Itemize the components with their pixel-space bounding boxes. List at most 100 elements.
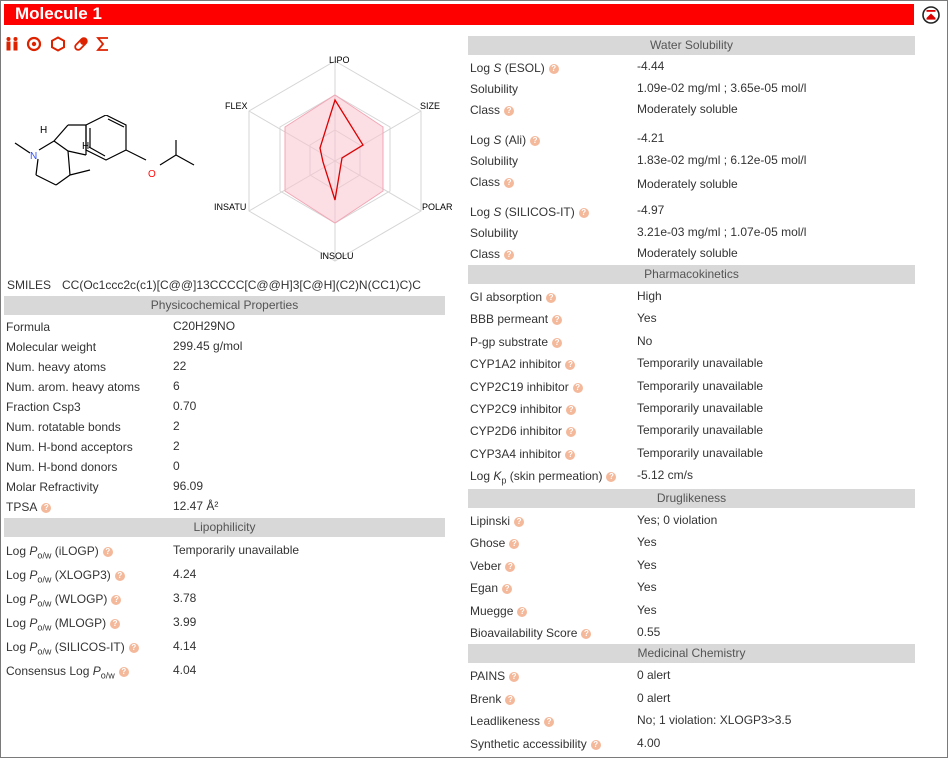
property-label-text: Num. H-bond donors [6, 460, 118, 474]
method-name: (XLOGP3) [54, 568, 111, 582]
molecule-structure: H H N O [14, 115, 195, 186]
property-label-text: Fraction Csp3 [6, 400, 81, 414]
consensus-value: 4.04 [173, 663, 197, 677]
help-icon[interactable]: ? [552, 337, 563, 348]
property-label-text: Bioavailability Score [470, 625, 578, 640]
consensus-row: Consensus Log Po/w? 4.04 [4, 659, 445, 683]
help-icon[interactable]: ? [581, 628, 592, 639]
method-name: (Ali) [504, 133, 527, 147]
help-icon[interactable]: ? [41, 503, 52, 513]
help-icon[interactable]: ? [128, 643, 139, 653]
property-value: 2 [173, 419, 180, 433]
help-icon[interactable]: ? [504, 178, 515, 188]
help-icon[interactable]: ? [111, 595, 122, 605]
help-icon[interactable]: ? [502, 584, 513, 595]
help-icon[interactable]: ? [544, 717, 555, 728]
help-icon[interactable]: ? [572, 382, 583, 393]
physchem-section: Physicochemical Properties Formula C20H29… [4, 296, 445, 515]
s-symbol: S [493, 133, 502, 147]
logp-label: Log Po/w (MLOGP)? [6, 616, 121, 632]
target-icon[interactable] [26, 36, 42, 52]
property-label-text: Molar Refractivity [6, 480, 99, 494]
hexagon-icon[interactable] [50, 36, 66, 52]
help-icon[interactable]: ? [114, 571, 125, 581]
help-icon[interactable]: ? [505, 561, 516, 572]
property-label-text: CYP1A2 inhibitor [470, 357, 562, 372]
pill-icon[interactable] [73, 36, 89, 52]
help-icon[interactable]: ? [566, 427, 577, 438]
help-icon[interactable]: ? [565, 449, 576, 460]
help-icon[interactable]: ? [504, 250, 515, 260]
logp-label: Log Po/w (XLOGP3)? [6, 568, 125, 584]
help-icon[interactable]: ? [590, 739, 601, 750]
logp-label: Log Po/w (iLOGP)? [6, 544, 113, 560]
property-row: Bioavailability Score? 0.55 [468, 621, 915, 643]
property-label: Brenk? [470, 692, 516, 706]
property-label-text: Num. H-bond acceptors [6, 440, 133, 454]
property-row: CYP2C9 inhibitor? Temporarily unavailable [468, 397, 915, 419]
help-icon[interactable]: ? [552, 315, 563, 326]
help-icon[interactable]: ? [578, 208, 589, 218]
property-row: GI absorption? High [468, 285, 915, 307]
help-icon[interactable]: ? [505, 694, 516, 705]
skin-permeation-label: Log Kp (skin permeation)? [470, 469, 617, 486]
help-icon[interactable]: ? [566, 404, 577, 415]
property-label: Synthetic accessibility? [470, 737, 601, 751]
property-value: 0 alert [637, 668, 671, 682]
solubility-row: Solubility 3.21e-03 mg/ml ; 1.07e-05 mol/… [468, 221, 915, 242]
solubility-label: Solubility [470, 154, 519, 168]
log-s-value: -4.97 [637, 203, 665, 217]
lipophilicity-header: Lipophilicity [4, 518, 445, 537]
sigma-icon[interactable] [96, 36, 110, 52]
solubility-value: 1.83e-02 mg/ml ; 6.12e-05 mol/l [637, 153, 807, 167]
water-solubility-header: Water Solubility [468, 36, 915, 55]
help-icon[interactable]: ? [565, 360, 576, 371]
method-name: (MLOGP) [54, 616, 107, 630]
help-icon[interactable]: ? [504, 106, 515, 116]
property-label: CYP1A2 inhibitor? [470, 357, 576, 372]
radar-label-insolu: INSOLU [320, 251, 354, 261]
class-text: Class [470, 247, 501, 261]
property-label-text: Num. heavy atoms [6, 360, 107, 374]
property-row: PAINS? 0 alert [468, 664, 915, 687]
property-row: Num. heavy atoms 22 [4, 355, 445, 375]
logp-value: 3.78 [173, 591, 197, 605]
s-symbol: S [493, 205, 502, 219]
property-label-text: P-gp substrate [470, 334, 549, 349]
class-value: Moderately soluble [637, 177, 738, 191]
help-icon[interactable]: ? [509, 539, 520, 550]
help-icon[interactable]: ? [546, 293, 557, 303]
log-s-row: Log S (Ali)? -4.21 [468, 128, 915, 149]
property-label-text: Muegge [470, 603, 514, 618]
help-icon[interactable]: ? [102, 547, 113, 557]
help-icon[interactable]: ? [548, 64, 559, 74]
collapse-icon[interactable] [921, 5, 941, 25]
property-row: Num. H-bond acceptors 2 [4, 435, 445, 455]
property-label-text: Synthetic accessibility [470, 736, 587, 751]
radar-label-size: SIZE [420, 101, 440, 111]
consensus-label: Consensus Log Po/w? [6, 664, 129, 680]
ow-subscript: o/w [37, 550, 52, 561]
help-icon[interactable]: ? [606, 472, 617, 483]
property-label: Egan? [470, 581, 513, 595]
solubility-label: Solubility [470, 226, 519, 240]
property-label: Molar Refractivity [6, 480, 99, 494]
ow-subscript: o/w [37, 598, 52, 609]
pharmacokinetics-section: Pharmacokinetics GI absorption? High BBB p… [468, 265, 915, 486]
property-label: Muegge? [470, 603, 528, 618]
help-icon[interactable]: ? [530, 136, 541, 146]
people-icon[interactable] [5, 36, 19, 52]
help-icon[interactable]: ? [118, 667, 129, 677]
consensus-text: Consensus Log [6, 664, 90, 678]
log-text: Log [6, 568, 27, 582]
help-icon[interactable]: ? [509, 672, 520, 682]
smiles-value[interactable]: CC(Oc1ccc2c(c1)[C@@]13CCCC[C@@H]3[C@H](C… [62, 278, 421, 292]
property-row: Egan? Yes [468, 576, 915, 598]
help-icon[interactable]: ? [110, 619, 121, 629]
atom-n-label: N [30, 151, 37, 162]
radar-label-flex: FLEX [225, 101, 248, 111]
help-icon[interactable]: ? [517, 606, 528, 617]
log-s-label: Log S (Ali)? [470, 133, 541, 147]
method-name: (ESOL) [504, 61, 545, 75]
help-icon[interactable]: ? [514, 517, 525, 527]
